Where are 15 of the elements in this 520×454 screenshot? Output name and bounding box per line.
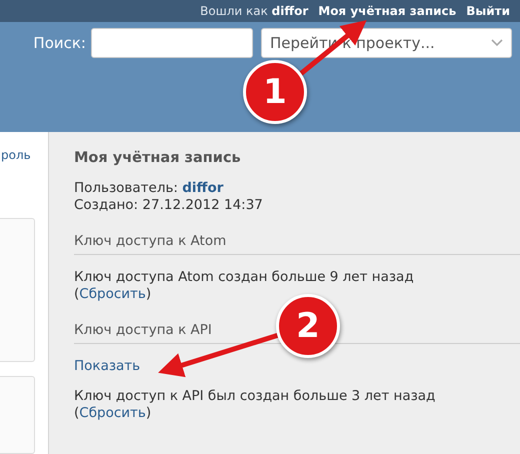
reset-link[interactable]: Сбросить [79, 286, 146, 302]
created-text: Создано: 27.12.2012 14:37 [74, 197, 264, 214]
chevron-down-icon [491, 39, 503, 47]
sidebar-title: Моя учётная запись [74, 150, 242, 166]
reset-link[interactable]: Сбросить [79, 405, 146, 421]
logged-in-text: Вошли как diffor [200, 4, 308, 18]
sidebar-link[interactable]: роль [1, 148, 31, 162]
search-label: Поиск: [33, 34, 86, 52]
nav-link[interactable]: Моя учётная запись [318, 4, 456, 18]
key-info-text: Ключ доступ к API был создан больше 3 лет назад (Сбросить) [74, 388, 436, 422]
nav-link[interactable]: Выйти [466, 4, 510, 18]
section-heading: Ключ доступа к Atom [74, 233, 520, 255]
search-field[interactable] [91, 28, 253, 58]
user-text: Пользователь: diffor [74, 180, 224, 197]
show-link[interactable]: Показать [74, 358, 140, 374]
